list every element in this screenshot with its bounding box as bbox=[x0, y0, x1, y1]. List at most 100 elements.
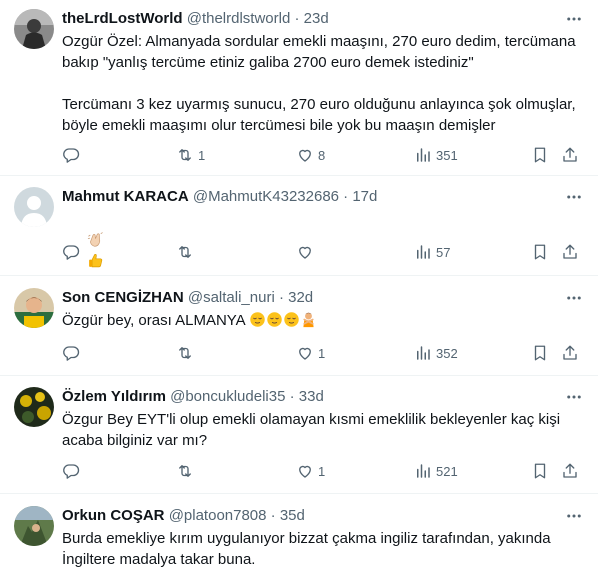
views-button[interactable]: 521 bbox=[414, 461, 458, 481]
avatar[interactable] bbox=[14, 387, 54, 427]
tweet-header: theLrdLostWorld @thelrdlstworld · 23d bbox=[62, 9, 558, 29]
share-icon bbox=[563, 345, 577, 360]
views-button[interactable]: 352 bbox=[414, 343, 458, 363]
retweet-icon bbox=[179, 149, 191, 161]
retweet-icon bbox=[179, 347, 191, 359]
avatar[interactable] bbox=[14, 9, 54, 49]
reply-icon bbox=[63, 245, 80, 260]
display-name[interactable]: Son CENGİZHAN bbox=[62, 289, 184, 306]
relieved-face-emoji bbox=[284, 312, 299, 327]
tweet-header: Son CENGİZHAN @saltali_nuri · 32d bbox=[62, 288, 558, 308]
share-icon bbox=[563, 244, 577, 259]
tweet-header: Orkun COŞAR @platoon7808 · 35d bbox=[62, 506, 558, 526]
retweet-button[interactable] bbox=[176, 242, 198, 262]
tweet[interactable]: Son CENGİZHAN @saltali_nuri · 32d Özgür … bbox=[0, 276, 598, 376]
more-options-icon[interactable] bbox=[564, 506, 584, 526]
tweet-actions: 1 352 bbox=[0, 343, 598, 363]
reply-icon bbox=[63, 346, 80, 361]
person-gesturing-no-emoji bbox=[303, 312, 314, 328]
more-options-icon[interactable] bbox=[564, 187, 584, 207]
bookmark-icon bbox=[534, 244, 546, 260]
reply-button[interactable] bbox=[62, 461, 84, 481]
views-icon bbox=[417, 148, 430, 162]
timestamp[interactable]: 32d bbox=[288, 289, 313, 306]
display-name[interactable]: Özlem Yıldırım bbox=[62, 388, 166, 405]
tweet-actions: 1 521 bbox=[0, 461, 598, 481]
reply-button[interactable] bbox=[62, 343, 84, 363]
tweet[interactable]: Mahmut KARACA @MahmutK43232686 · 17d 57 bbox=[0, 176, 598, 276]
tweet[interactable]: Orkun COŞAR @platoon7808 · 35d Burda eme… bbox=[0, 494, 598, 582]
more-options-icon[interactable] bbox=[564, 387, 584, 407]
tweet-text: Burda emekliye kırım uygulanıyor bizzat … bbox=[62, 530, 555, 568]
relieved-face-emoji bbox=[267, 312, 282, 327]
tweet[interactable]: theLrdLostWorld @thelrdlstworld · 23d Oz… bbox=[0, 0, 598, 176]
view-count: 521 bbox=[436, 463, 458, 479]
more-options-icon[interactable] bbox=[564, 288, 584, 308]
views-icon bbox=[417, 464, 430, 478]
share-icon bbox=[563, 463, 577, 478]
avatar[interactable] bbox=[14, 288, 54, 328]
avatar-default[interactable] bbox=[14, 187, 54, 227]
tweet-header: Mahmut KARACA @MahmutK43232686 · 17d bbox=[62, 187, 558, 207]
retweet-button[interactable]: 1 bbox=[176, 145, 205, 165]
views-button[interactable]: 57 bbox=[414, 242, 450, 262]
separator: · bbox=[278, 289, 284, 306]
share-button[interactable] bbox=[561, 343, 579, 363]
like-button[interactable]: 1 bbox=[296, 343, 325, 363]
timestamp[interactable]: 17d bbox=[352, 188, 377, 205]
view-count: 57 bbox=[436, 244, 451, 260]
retweet-button[interactable] bbox=[176, 461, 198, 481]
heart-icon bbox=[299, 347, 311, 360]
display-name[interactable]: theLrdLostWorld bbox=[62, 10, 183, 27]
retweet-icon bbox=[179, 246, 191, 258]
bookmark-button[interactable] bbox=[531, 461, 549, 481]
view-count: 352 bbox=[436, 345, 458, 361]
share-button[interactable] bbox=[561, 461, 579, 481]
share-icon bbox=[563, 147, 577, 162]
separator: · bbox=[343, 188, 349, 205]
user-handle[interactable]: @platoon7808 bbox=[169, 507, 267, 524]
tweet-actions: 57 bbox=[0, 242, 598, 262]
bookmark-icon bbox=[534, 147, 546, 163]
bookmark-icon bbox=[534, 463, 546, 479]
share-button[interactable] bbox=[561, 145, 579, 165]
user-handle[interactable]: @MahmutK43232686 bbox=[193, 188, 339, 205]
views-button[interactable]: 351 bbox=[414, 145, 458, 165]
bookmark-icon bbox=[534, 345, 546, 361]
reply-button[interactable] bbox=[62, 242, 84, 262]
tweet-text: Özgür bey, orası ALMANYA bbox=[62, 310, 584, 331]
separator: · bbox=[289, 388, 295, 405]
user-handle[interactable]: @boncukludeli35 bbox=[170, 388, 285, 405]
separator: · bbox=[270, 507, 276, 524]
display-name[interactable]: Mahmut KARACA bbox=[62, 188, 189, 205]
tweet[interactable]: Özlem Yıldırım @boncukludeli35 · 33d Özg… bbox=[0, 376, 598, 494]
retweet-icon bbox=[179, 465, 191, 477]
timestamp[interactable]: 35d bbox=[280, 507, 305, 524]
tweet-header: Özlem Yıldırım @boncukludeli35 · 33d bbox=[62, 387, 558, 407]
timestamp[interactable]: 33d bbox=[299, 388, 324, 405]
user-handle[interactable]: @thelrdlstworld bbox=[187, 10, 291, 27]
like-count: 8 bbox=[318, 147, 326, 163]
views-icon bbox=[417, 346, 430, 360]
user-handle[interactable]: @saltali_nuri bbox=[188, 289, 275, 306]
bookmark-button[interactable] bbox=[531, 343, 549, 363]
reply-icon bbox=[63, 148, 80, 163]
display-name[interactable]: Orkun COŞAR bbox=[62, 507, 165, 524]
tweet-actions: 1 8 351 bbox=[0, 145, 598, 165]
reply-button[interactable] bbox=[62, 145, 84, 165]
reply-feed: theLrdLostWorld @thelrdlstworld · 23d Oz… bbox=[0, 0, 598, 582]
share-button[interactable] bbox=[561, 242, 579, 262]
views-icon bbox=[417, 245, 430, 259]
heart-icon bbox=[299, 465, 311, 478]
like-button[interactable]: 8 bbox=[296, 145, 325, 165]
tweet-text-content: Özgür bey, orası ALMANYA bbox=[62, 312, 245, 329]
retweet-button[interactable] bbox=[176, 343, 198, 363]
more-options-icon[interactable] bbox=[564, 9, 584, 29]
avatar[interactable] bbox=[14, 506, 54, 546]
heart-icon bbox=[299, 149, 311, 162]
like-button[interactable] bbox=[296, 242, 318, 262]
bookmark-button[interactable] bbox=[531, 242, 549, 262]
like-button[interactable]: 1 bbox=[296, 461, 325, 481]
timestamp[interactable]: 23d bbox=[304, 10, 329, 27]
bookmark-button[interactable] bbox=[531, 145, 549, 165]
